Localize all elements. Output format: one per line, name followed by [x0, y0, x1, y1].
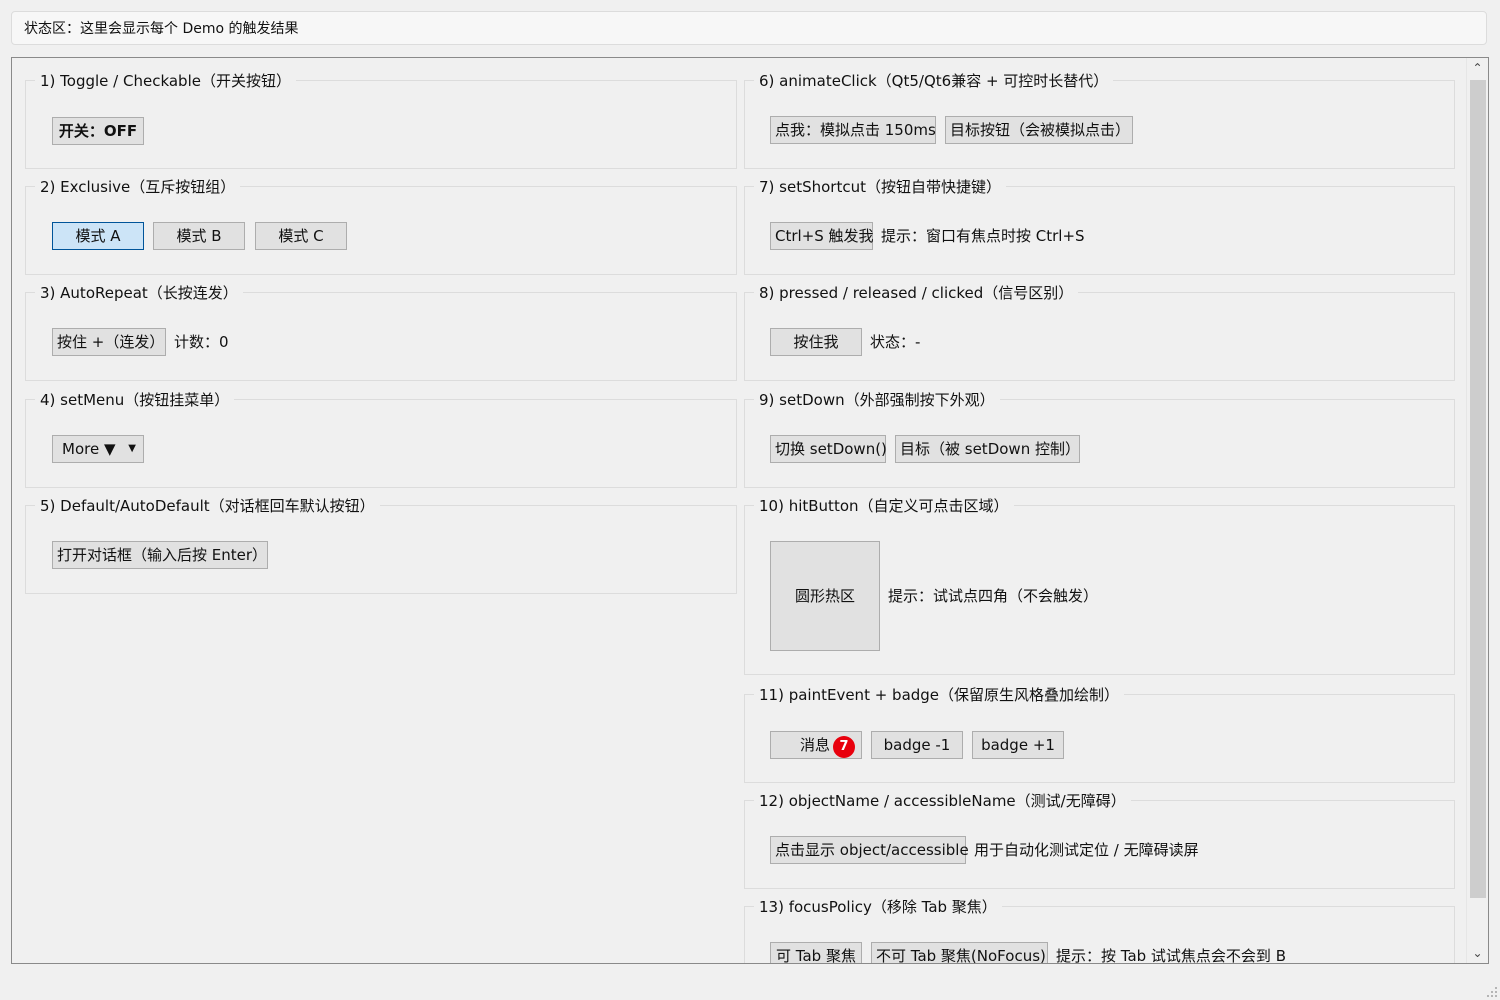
autorepeat-button[interactable]: 按住 +（连发） [52, 328, 166, 356]
animate-click-button[interactable]: 点我：模拟点击 150ms [770, 116, 936, 144]
group-title: 5) Default/AutoDefault（对话框回车默认按钮） [35, 496, 380, 516]
scroll-up-icon[interactable]: ⌃ [1467, 58, 1488, 78]
mode-b-button[interactable]: 模式 B [153, 222, 245, 250]
no-focus-button[interactable]: 不可 Tab 聚焦(NoFocus) [871, 942, 1048, 963]
circle-hotzone-button[interactable]: 圆形热区 [770, 541, 880, 651]
scroll-thumb[interactable] [1470, 80, 1486, 898]
press-hold-button[interactable]: 按住我 [770, 328, 862, 356]
group-focuspolicy: 13) focusPolicy（移除 Tab 聚焦） 可 Tab 聚焦 不可 T… [744, 897, 1455, 964]
toggle-setdown-button[interactable]: 切换 setDown() [770, 435, 887, 463]
group-title: 12) objectName / accessibleName（测试/无障碍） [754, 791, 1131, 811]
group-title: 7) setShortcut（按钮自带快捷键） [754, 177, 1006, 197]
group-animateclick: 6) animateClick（Qt5/Qt6兼容 + 可控时长替代） 点我：模… [744, 71, 1455, 169]
group-setmenu: 4) setMenu（按钮挂菜单） More ▼ ▼ [25, 390, 737, 488]
setdown-target-button[interactable]: 目标（被 setDown 控制） [895, 435, 1080, 463]
open-dialog-button[interactable]: 打开对话框（输入后按 Enter） [52, 541, 268, 569]
group-title: 2) Exclusive（互斥按钮组） [35, 177, 241, 197]
scroll-down-icon[interactable]: ⌄ [1467, 943, 1488, 963]
group-title: 1) Toggle / Checkable（开关按钮） [35, 71, 296, 91]
group-title: 3) AutoRepeat（长按连发） [35, 283, 243, 303]
resize-grip-icon[interactable] [1486, 986, 1498, 998]
signal-status-label: 状态：- [870, 333, 921, 351]
group-title: 11) paintEvent + badge（保留原生风格叠加绘制） [754, 685, 1125, 705]
badge-increment-button[interactable]: badge +1 [972, 731, 1064, 759]
group-badge: 11) paintEvent + badge（保留原生风格叠加绘制） 消息 7 … [744, 685, 1455, 783]
toggle-button[interactable]: 开关：OFF [52, 117, 144, 145]
tab-focusable-button[interactable]: 可 Tab 聚焦 [770, 942, 862, 963]
group-signals: 8) pressed / released / clicked（信号区别） 按住… [744, 283, 1455, 381]
group-shortcut: 7) setShortcut（按钮自带快捷键） Ctrl+S 触发我 提示：窗口… [744, 177, 1455, 275]
hitbutton-hint: 提示：试试点四角（不会触发） [888, 587, 1099, 605]
shortcut-hint: 提示：窗口有焦点时按 Ctrl+S [881, 227, 1085, 245]
mode-c-button[interactable]: 模式 C [255, 222, 347, 250]
vertical-scrollbar[interactable]: ⌃ ⌄ [1466, 58, 1488, 963]
more-button-label: More ▼ [62, 440, 116, 458]
group-title: 6) animateClick（Qt5/Qt6兼容 + 可控时长替代） [754, 71, 1114, 91]
badge-decrement-button[interactable]: badge -1 [871, 731, 963, 759]
counter-label: 计数：0 [174, 333, 229, 351]
group-title: 10) hitButton（自定义可点击区域） [754, 496, 1014, 516]
message-button-label: 消息 [800, 736, 831, 754]
mode-a-button[interactable]: 模式 A [52, 222, 144, 250]
group-title: 13) focusPolicy（移除 Tab 聚焦） [754, 897, 1002, 917]
group-title: 9) setDown（外部强制按下外观） [754, 390, 1000, 410]
group-title: 4) setMenu（按钮挂菜单） [35, 390, 235, 410]
target-button[interactable]: 目标按钮（会被模拟点击） [945, 116, 1133, 144]
more-menu-button[interactable]: More ▼ ▼ [52, 435, 144, 463]
group-autorepeat: 3) AutoRepeat（长按连发） 按住 +（连发） 计数：0 [25, 283, 737, 381]
group-default: 5) Default/AutoDefault（对话框回车默认按钮） 打开对话框（… [25, 496, 737, 594]
message-button[interactable]: 消息 7 [770, 731, 862, 759]
show-object-name-button[interactable]: 点击显示 object/accessible [770, 836, 969, 864]
status-area: 状态区：这里会显示每个 Demo 的触发结果 [11, 11, 1487, 45]
group-setdown: 9) setDown（外部强制按下外观） 切换 setDown() 目标（被 s… [744, 390, 1455, 488]
chevron-down-icon: ▼ [128, 443, 136, 454]
objectname-hint: 用于自动化测试定位 / 无障碍读屏 [974, 841, 1199, 859]
group-exclusive: 2) Exclusive（互斥按钮组） 模式 A 模式 B 模式 C [25, 177, 737, 275]
group-objectname: 12) objectName / accessibleName（测试/无障碍） … [744, 791, 1455, 889]
group-toggle: 1) Toggle / Checkable（开关按钮） 开关：OFF [25, 71, 737, 169]
group-hitbutton: 10) hitButton（自定义可点击区域） 圆形热区 提示：试试点四角（不会… [744, 496, 1455, 675]
group-title: 8) pressed / released / clicked（信号区别） [754, 283, 1079, 303]
badge-count: 7 [833, 736, 855, 758]
demo-scroll-area[interactable]: 1) Toggle / Checkable（开关按钮） 开关：OFF 2) Ex… [11, 57, 1489, 964]
focus-hint: 提示：按 Tab 试试焦点会不会到 B [1056, 947, 1286, 964]
shortcut-button[interactable]: Ctrl+S 触发我 [770, 222, 874, 250]
